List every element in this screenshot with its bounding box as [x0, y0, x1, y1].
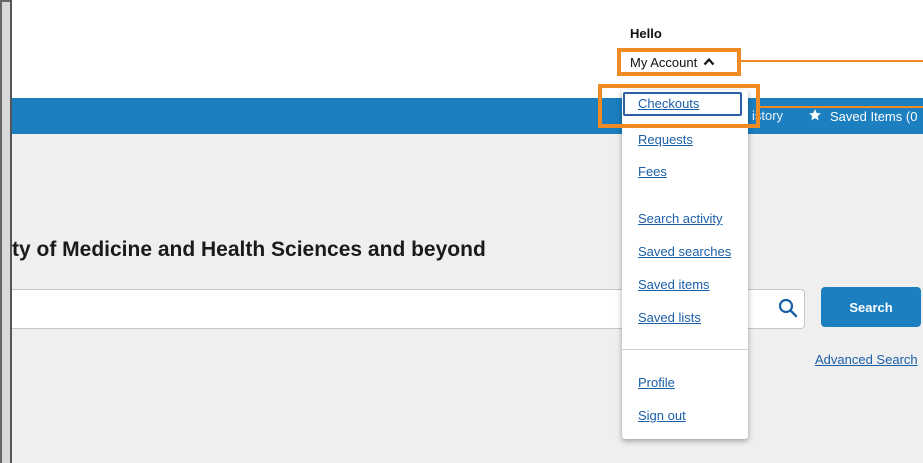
menu-item-search-activity[interactable]: Search activity	[638, 211, 723, 226]
search-icon[interactable]	[777, 297, 799, 319]
menu-item-profile[interactable]: Profile	[638, 375, 675, 390]
my-account-label: My Account	[630, 54, 698, 70]
chevron-up-icon	[703, 55, 715, 69]
menu-item-requests[interactable]: Requests	[638, 132, 693, 147]
checkouts-highlight	[598, 84, 760, 128]
page-headline: ty of Medicine and Health Sciences and b…	[12, 238, 486, 261]
callout-line-mid	[760, 106, 923, 108]
menu-item-sign-out[interactable]: Sign out	[638, 408, 686, 423]
star-icon	[808, 108, 822, 125]
left-border	[10, 0, 12, 463]
nav-bar	[10, 98, 923, 134]
saved-items-label: Saved Items (0	[830, 109, 918, 124]
menu-item-saved-items[interactable]: Saved items	[638, 277, 710, 292]
menu-divider	[622, 349, 748, 350]
saved-items-link[interactable]: Saved Items (0	[808, 108, 917, 125]
menu-item-fees[interactable]: Fees	[638, 164, 667, 179]
header-bar	[10, 0, 923, 98]
advanced-search-link[interactable]: Advanced Search	[815, 352, 918, 367]
greeting-text: Hello	[630, 26, 662, 41]
callout-line-top	[741, 60, 923, 62]
search-button[interactable]: Search	[821, 287, 921, 327]
account-dropdown-menu: Checkouts Requests Fees Search activity …	[622, 90, 748, 439]
menu-item-saved-lists[interactable]: Saved lists	[638, 310, 701, 325]
menu-item-saved-searches[interactable]: Saved searches	[638, 244, 731, 259]
my-account-button[interactable]: My Account	[617, 48, 741, 76]
